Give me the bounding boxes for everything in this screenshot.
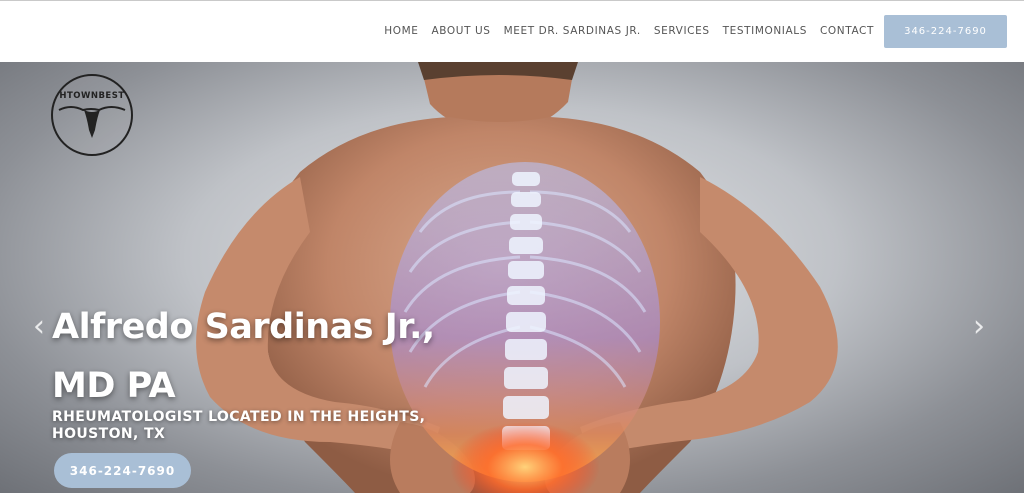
hero-banner: HTOWNBEST ‹ › Alfredo Sardinas Jr., MD P… — [0, 62, 1024, 493]
hero-phone-button[interactable]: 346-224-7690 — [54, 453, 191, 488]
hero-subtitle: RHEUMATOLOGIST LOCATED IN THE HEIGHTS, H… — [52, 409, 426, 442]
nav-meet-doctor[interactable]: MEET DR. SARDINAS JR. — [504, 25, 641, 37]
htownbest-logo[interactable]: HTOWNBEST — [51, 74, 133, 156]
nav-home[interactable]: HOME — [384, 25, 418, 37]
longhorn-icon — [58, 106, 126, 138]
nav-testimonials[interactable]: TESTIMONIALS — [723, 25, 807, 37]
carousel-prev-icon[interactable]: ‹ — [33, 312, 45, 342]
nav-contact[interactable]: CONTACT — [820, 25, 874, 37]
main-nav: HOME ABOUT US MEET DR. SARDINAS JR. SERV… — [384, 25, 874, 37]
nav-about-us[interactable]: ABOUT US — [432, 25, 491, 37]
site-header: HOME ABOUT US MEET DR. SARDINAS JR. SERV… — [0, 0, 1024, 62]
header-phone-button[interactable]: 346-224-7690 — [884, 15, 1007, 48]
nav-services[interactable]: SERVICES — [654, 25, 710, 37]
hero-title: Alfredo Sardinas Jr., MD PA — [52, 307, 435, 406]
carousel-next-icon[interactable]: › — [973, 312, 985, 342]
